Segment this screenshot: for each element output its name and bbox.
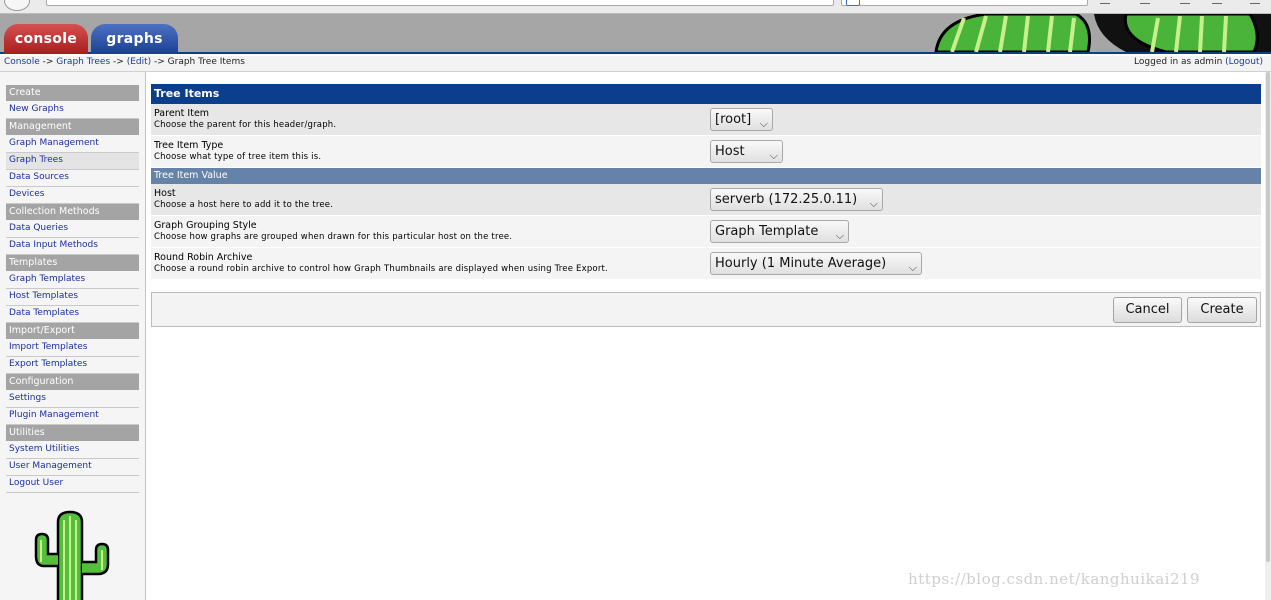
graph-grouping-label: Graph Grouping Style [154, 220, 257, 231]
chevron-down-icon: ⌵ [869, 197, 878, 210]
tree-item-type-label: Tree Item Type [154, 140, 224, 151]
sidebar-item-graph-trees[interactable]: Graph Trees [6, 153, 139, 170]
rra-label: Round Robin Archive [154, 252, 253, 263]
sidebar-item-user-management[interactable]: User Management [6, 459, 139, 476]
host-label: Host [154, 188, 176, 199]
breadcrumb-console-link[interactable]: Console [4, 57, 40, 67]
scrollbar-thumb[interactable] [1266, 72, 1270, 562]
menu-header-utilities: Utilities [6, 425, 139, 441]
logout-link[interactable]: (Logout) [1225, 57, 1263, 67]
app-header: console graphs [0, 14, 1271, 54]
graph-grouping-value: Graph Template [715, 224, 819, 239]
chevron-down-icon: ⌵ [759, 117, 768, 130]
breadcrumb: Console -> Graph Trees -> (Edit) -> Grap… [0, 56, 1271, 72]
login-user-text: Logged in as admin [1134, 57, 1223, 67]
graph-grouping-select[interactable]: Graph Template ⌵ [710, 220, 849, 243]
watermark: https://blog.csdn.net/kanghuikai219 [908, 570, 1201, 588]
sidebar-item-host-templates[interactable]: Host Templates [6, 289, 139, 306]
bookmarks-icon[interactable] [1140, 0, 1150, 4]
breadcrumb-separator: -> [110, 57, 127, 67]
cactus-banner-image [934, 14, 1271, 52]
browser-toolbar [0, 0, 1271, 14]
host-row: Host Choose a host here to add it to the… [151, 184, 1261, 216]
menu-icon[interactable] [1250, 0, 1260, 4]
sidebar: Create New Graphs Management Graph Manag… [0, 72, 146, 600]
rra-value: Hourly (1 Minute Average) [715, 256, 887, 271]
tree-item-type-description: Choose what type of tree item this is. [154, 152, 322, 162]
breadcrumb-graph-trees-link[interactable]: Graph Trees [56, 57, 110, 67]
cancel-button[interactable]: Cancel [1113, 297, 1182, 323]
tree-item-value-header: Tree Item Value [151, 168, 1261, 184]
breadcrumb-separator: -> [39, 57, 57, 67]
sidebar-item-new-graphs[interactable]: New Graphs [6, 102, 139, 119]
tree-item-type-select[interactable]: Host ⌵ [710, 140, 783, 163]
host-select[interactable]: serverb (172.25.0.11) ⌵ [710, 188, 883, 211]
browser-toolbar-icons [1100, 0, 1260, 7]
sidebar-item-graph-management[interactable]: Graph Management [6, 136, 139, 153]
rra-row: Round Robin Archive Choose a round robin… [151, 248, 1261, 280]
parent-item-row: Parent Item Choose the parent for this h… [151, 104, 1261, 136]
page-scrollbar[interactable] [1265, 72, 1271, 600]
sidebar-item-settings[interactable]: Settings [6, 391, 139, 408]
tree-item-type-value: Host [715, 144, 745, 159]
sidebar-item-data-templates[interactable]: Data Templates [6, 306, 139, 323]
graph-grouping-row: Graph Grouping Style Choose how graphs a… [151, 216, 1261, 248]
sidebar-item-graph-templates[interactable]: Graph Templates [6, 272, 139, 289]
breadcrumb-separator: -> [151, 57, 168, 67]
breadcrumb-current: Graph Tree Items [167, 57, 245, 67]
rra-description: Choose a round robin archive to control … [154, 264, 608, 274]
host-value: serverb (172.25.0.11) [715, 192, 858, 207]
browser-search-box[interactable] [841, 0, 1088, 6]
tab-console[interactable]: console [4, 24, 88, 54]
sidebar-item-logout-user[interactable]: Logout User [6, 476, 139, 493]
sidebar-item-export-templates[interactable]: Export Templates [6, 357, 139, 374]
tree-item-type-row: Tree Item Type Choose what type of tree … [151, 136, 1261, 168]
sidebar-item-data-queries[interactable]: Data Queries [6, 221, 139, 238]
chevron-down-icon: ⌵ [769, 149, 778, 162]
menu-header-import-export: Import/Export [6, 323, 139, 339]
download-icon[interactable] [1180, 0, 1190, 4]
sidebar-item-data-input-methods[interactable]: Data Input Methods [6, 238, 139, 255]
parent-item-label: Parent Item [154, 108, 210, 119]
form-title: Tree Items [151, 84, 1261, 104]
parent-item-description: Choose the parent for this header/graph. [154, 120, 337, 130]
menu-header-collection-methods: Collection Methods [6, 204, 139, 220]
breadcrumb-edit-link[interactable]: (Edit) [127, 57, 151, 67]
menu-header-templates: Templates [6, 255, 139, 271]
sidebar-item-system-utilities[interactable]: System Utilities [6, 442, 139, 459]
parent-item-select[interactable]: [root] ⌵ [710, 108, 773, 131]
rra-select[interactable]: Hourly (1 Minute Average) ⌵ [710, 252, 922, 275]
menu-header-create: Create [6, 85, 139, 101]
sidebar-item-plugin-management[interactable]: Plugin Management [6, 408, 139, 425]
host-description: Choose a host here to add it to the tree… [154, 200, 334, 210]
create-button[interactable]: Create [1187, 297, 1257, 323]
tree-items-form: Tree Items Parent Item Choose the parent… [151, 84, 1261, 280]
sidebar-item-data-sources[interactable]: Data Sources [6, 170, 139, 187]
graph-grouping-description: Choose how graphs are grouped when drawn… [154, 232, 513, 242]
parent-item-value: [root] [715, 112, 752, 127]
sidebar-item-import-templates[interactable]: Import Templates [6, 340, 139, 357]
menu-header-management: Management [6, 119, 139, 135]
back-button[interactable] [4, 0, 30, 11]
cactus-logo [34, 510, 110, 600]
chevron-down-icon: ⌵ [908, 261, 917, 274]
bookmark-star-icon[interactable] [1100, 0, 1110, 4]
form-actions: Cancel Create [151, 292, 1261, 327]
address-bar[interactable] [46, 0, 834, 6]
search-engine-icon[interactable] [846, 0, 860, 6]
home-icon[interactable] [1212, 0, 1222, 4]
login-info: Logged in as admin (Logout) [1134, 56, 1263, 69]
menu-header-configuration: Configuration [6, 374, 139, 390]
sidebar-item-devices[interactable]: Devices [6, 187, 139, 204]
tab-graphs[interactable]: graphs [91, 24, 178, 54]
chevron-down-icon: ⌵ [835, 229, 844, 242]
